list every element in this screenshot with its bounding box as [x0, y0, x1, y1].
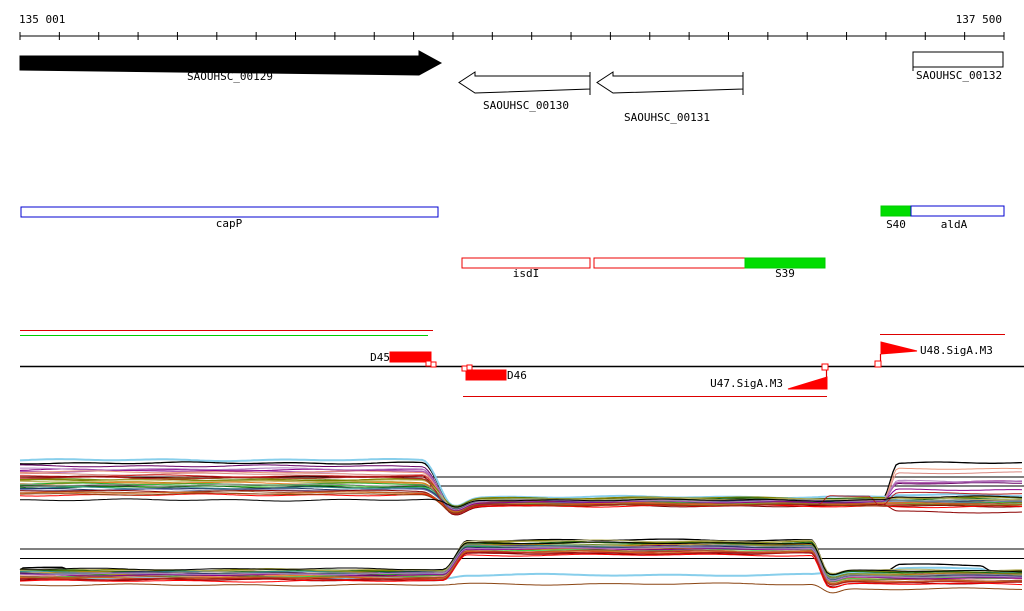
feature-box[interactable] — [593, 257, 746, 269]
gene-SAOUHSC_00131[interactable]: SAOUHSC_00131 — [596, 71, 744, 124]
genome-tracks-svg: SAOUHSC_00129 SAOUHSC_00130 SAOUHSC_00131 S… — [19, 32, 1024, 594]
feature-box[interactable] — [880, 205, 912, 217]
signal-U47.SigA.M3[interactable]: U47.SigA.M3 — [710, 363, 829, 390]
gene-label: SAOUHSC_00129 — [187, 70, 273, 83]
gene-label: SAOUHSC_00131 — [624, 111, 710, 124]
terminator-box[interactable] — [389, 351, 432, 363]
gene-label: SAOUHSC_00130 — [483, 99, 569, 112]
feature-label: S39 — [775, 267, 795, 280]
expression-panel-upper — [19, 458, 1024, 516]
signal-U48.SigA.M3[interactable]: U48.SigA.M3 — [874, 341, 993, 368]
feature-isdI[interactable]: isdI — [461, 257, 591, 280]
signal-anchor-square — [821, 363, 829, 371]
signal-anchor-square — [466, 364, 473, 371]
feature-box[interactable] — [20, 206, 439, 218]
signal-label: D45 — [370, 351, 390, 364]
gene-box[interactable] — [912, 51, 1004, 68]
gene-arrow-left[interactable] — [596, 71, 744, 94]
gene-SAOUHSC_00130[interactable]: SAOUHSC_00130 — [458, 71, 591, 112]
signal-label: U48.SigA.M3 — [920, 344, 993, 357]
feature-orf-unlabeled[interactable] — [593, 257, 746, 269]
gene-SAOUHSC_00129[interactable]: SAOUHSC_00129 — [19, 50, 443, 83]
operon-annotation-track: capP isdI S39 S40 aldA — [20, 205, 1005, 280]
gene-SAOUHSC_00132[interactable]: SAOUHSC_00132 — [912, 51, 1004, 82]
expression-panel-lower — [19, 538, 1024, 594]
signal-label: D46 — [507, 369, 527, 382]
expression-profile-line — [19, 475, 1023, 516]
feature-label: S40 — [886, 218, 906, 231]
signal-label: U47.SigA.M3 — [710, 377, 783, 390]
gene-arrow-left[interactable] — [458, 71, 591, 94]
feature-label: capP — [216, 217, 243, 230]
signal-anchor-square — [425, 360, 432, 367]
feature-S39[interactable]: S39 — [744, 257, 826, 280]
feature-capP[interactable]: capP — [20, 206, 439, 230]
feature-label: isdI — [513, 267, 540, 280]
gene-annotation-track: SAOUHSC_00129 SAOUHSC_00130 SAOUHSC_00131 S… — [19, 50, 1004, 124]
feature-S40[interactable]: S40 — [880, 205, 912, 231]
terminator-box[interactable] — [465, 369, 507, 381]
expression-profile-line — [19, 582, 1023, 594]
signal-annotation-track: D45 D46 U47.SigA.M3 U48.SigA.M3 — [20, 330, 1024, 397]
gene-label: SAOUHSC_00132 — [916, 69, 1002, 82]
signal-D45[interactable]: D45 — [370, 351, 437, 368]
feature-aldA[interactable]: aldA — [910, 205, 1005, 231]
feature-label: aldA — [941, 218, 968, 231]
signal-anchor-square — [461, 365, 468, 372]
signal-anchor-square — [430, 361, 437, 368]
expression-profile-panels — [19, 458, 1024, 594]
signal-D46[interactable]: D46 — [461, 364, 527, 382]
signal-anchor-square — [874, 360, 882, 368]
coordinate-ruler — [19, 32, 1005, 40]
promoter-triangle[interactable] — [787, 376, 828, 390]
genome-browser-canvas: 135 001 137 500 SAOUHSC_00129 SAOUHSC_001… — [0, 0, 1024, 611]
promoter-triangle[interactable] — [880, 341, 918, 355]
feature-box[interactable] — [910, 205, 1005, 217]
